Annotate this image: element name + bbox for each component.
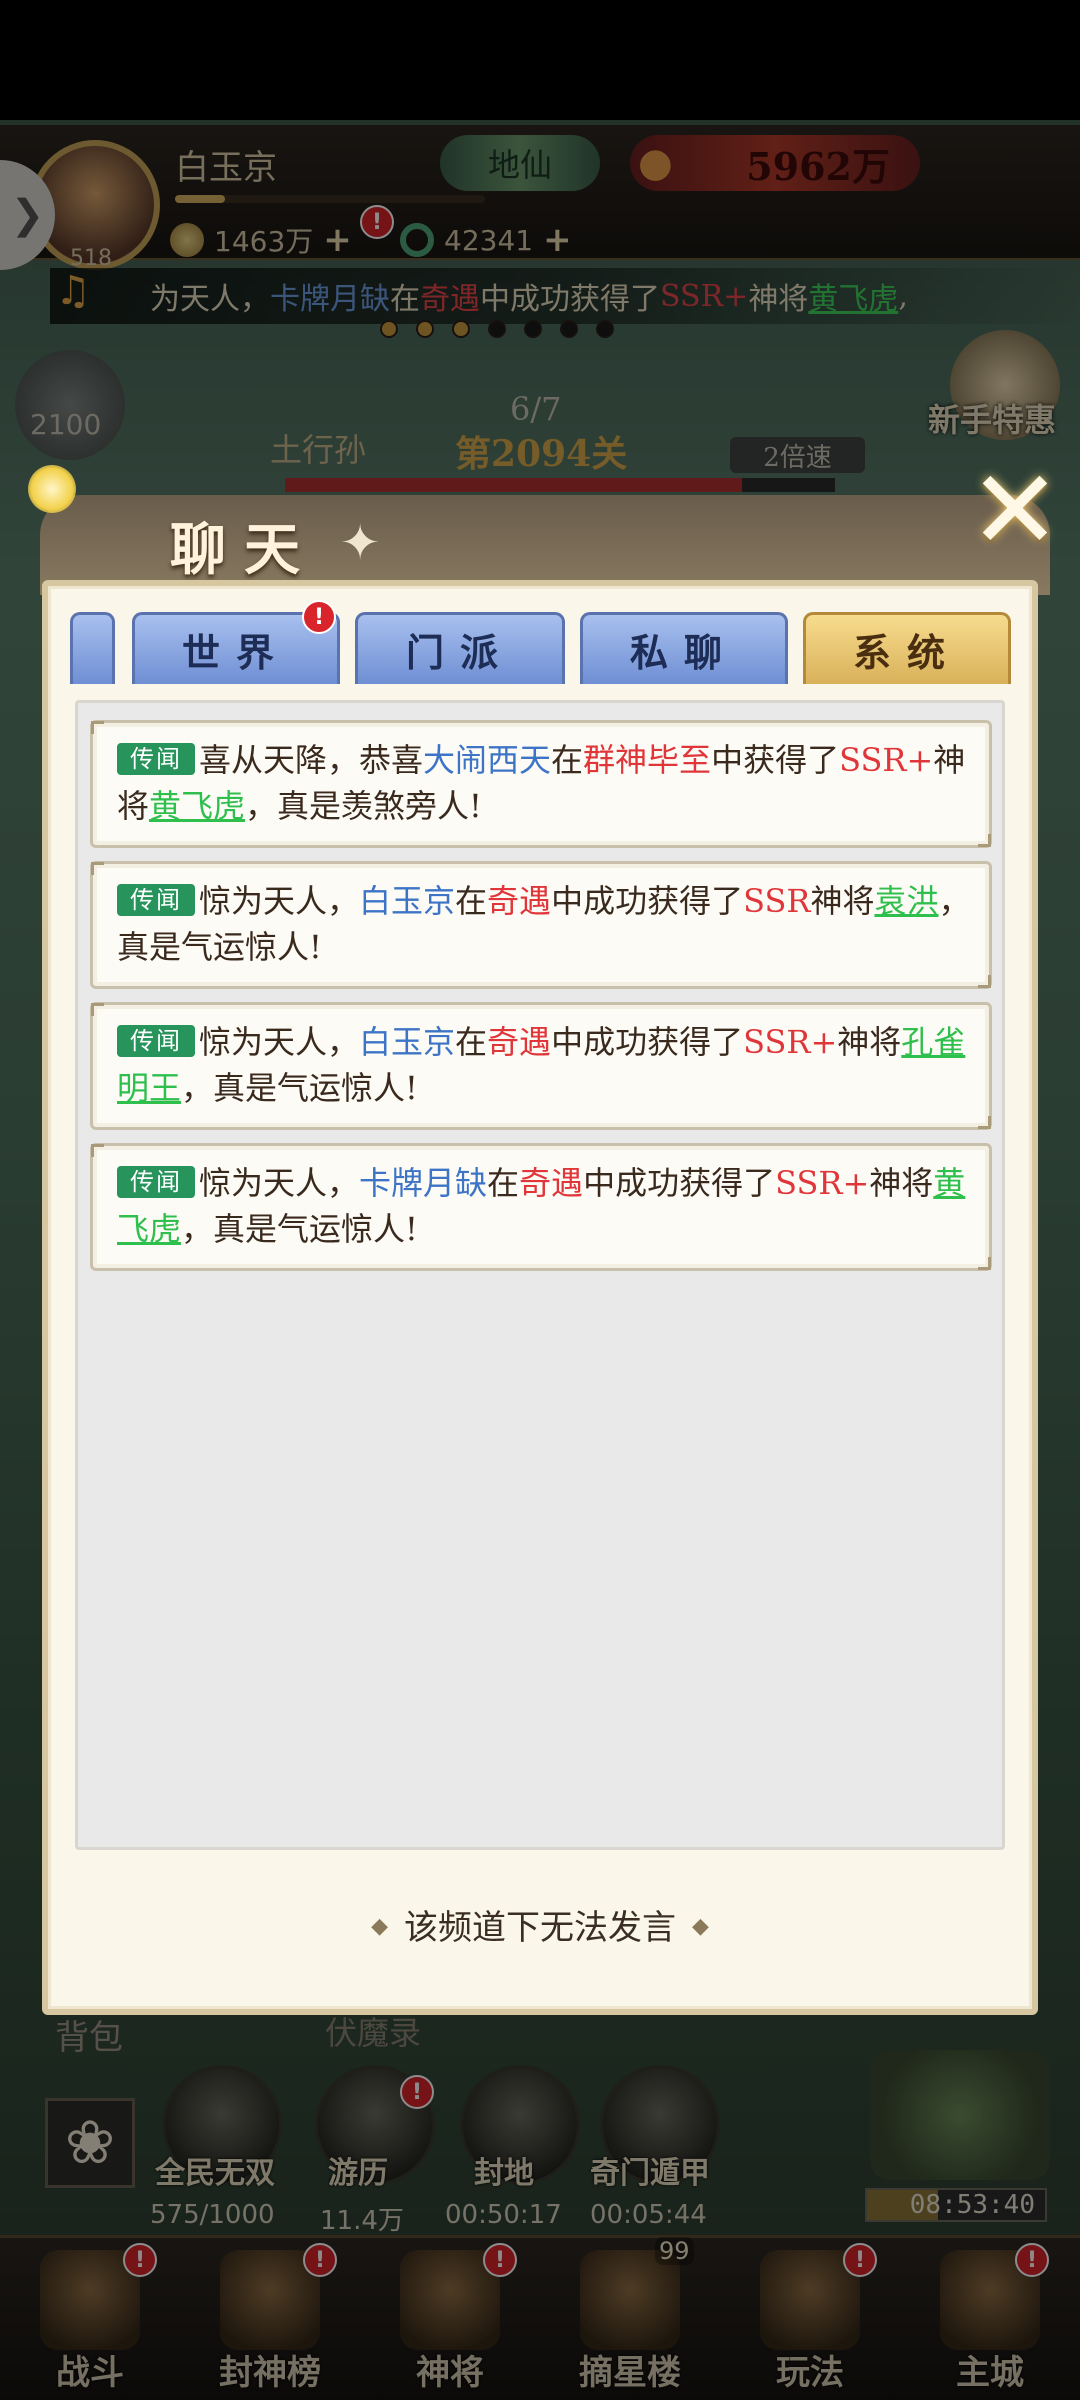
- lamp-icon: [28, 465, 76, 513]
- player-link[interactable]: 白玉京: [359, 1023, 455, 1061]
- general-link[interactable]: 黄飞虎: [149, 787, 245, 825]
- message-segment: 中成功获得了: [583, 1164, 776, 1202]
- player-link[interactable]: 卡牌月缺: [359, 1164, 487, 1202]
- message-segment: 惊为天人，: [199, 1164, 360, 1202]
- player-link[interactable]: 白玉京: [359, 882, 455, 920]
- tab-system[interactable]: 系统: [803, 612, 1011, 684]
- message-text: 传闻 喜从天降，恭喜大闹西天在群神毕至中获得了SSR+神将黄飞虎，真是羡煞旁人!: [117, 737, 977, 829]
- message-segment: 惊为天人，: [199, 882, 360, 920]
- message-segment: 奇遇: [487, 882, 552, 920]
- message-segment: 奇遇: [519, 1164, 584, 1202]
- status-bar: [0, 0, 1080, 120]
- message-segment: ，真是气运惊人!: [181, 1210, 418, 1248]
- message-segment: 在: [455, 882, 488, 920]
- message-text: 传闻 惊为天人，卡牌月缺在奇遇中成功获得了SSR+神将黄飞虎，真是气运惊人!: [117, 1160, 977, 1252]
- tab-private[interactable]: 私聊: [580, 612, 788, 684]
- message-segment: 群神毕至: [583, 741, 712, 779]
- chat-title: 聊天: [170, 517, 318, 583]
- system-message: 传闻 惊为天人，卡牌月缺在奇遇中成功获得了SSR+神将黄飞虎，真是气运惊人!: [90, 1143, 992, 1271]
- message-segment: 惊为天人，: [199, 1023, 360, 1061]
- ornament-icon: ◆: [371, 1914, 388, 1939]
- message-segment: 神将: [869, 1164, 934, 1202]
- message-segment: 中成功获得了: [551, 1023, 744, 1061]
- message-segment: 喜从天降，恭喜: [199, 741, 424, 779]
- ornament-icon: ◆: [692, 1914, 709, 1939]
- message-text: 传闻 惊为天人，白玉京在奇遇中成功获得了SSR+神将孔雀明王，真是气运惊人!: [117, 1019, 977, 1111]
- tab-sect[interactable]: 门派: [355, 612, 565, 684]
- message-segment: SSR+: [743, 1023, 838, 1061]
- system-message: 传闻 惊为天人，白玉京在奇遇中成功获得了SSR+神将孔雀明王，真是气运惊人!: [90, 1002, 992, 1130]
- message-segment: 中获得了: [711, 741, 840, 779]
- rumor-tag: 传闻: [117, 1025, 195, 1057]
- message-segment: 在: [487, 1164, 520, 1202]
- message-segment: 神将: [837, 1023, 902, 1061]
- message-segment: ，真是羡煞旁人!: [245, 787, 482, 825]
- message-segment: SSR: [743, 882, 811, 920]
- message-text: 传闻 惊为天人，白玉京在奇遇中成功获得了SSR神将袁洪，真是气运惊人!: [117, 878, 977, 970]
- message-segment: 在: [455, 1023, 488, 1061]
- message-segment: 奇遇: [487, 1023, 552, 1061]
- message-segment: ，真是气运惊人!: [181, 1069, 418, 1107]
- quill-icon: ✦: [340, 515, 381, 571]
- system-message: 传闻 惊为天人，白玉京在奇遇中成功获得了SSR神将袁洪，真是气运惊人!: [90, 861, 992, 989]
- rumor-tag: 传闻: [117, 743, 195, 775]
- tab-hidden-left[interactable]: [70, 612, 115, 684]
- message-segment: SSR+: [839, 741, 934, 779]
- chat-tabs: 世界 门派 私聊 系统: [70, 612, 1015, 684]
- close-icon[interactable]: ✕: [960, 446, 1070, 574]
- world-tab-alert-badge: !: [302, 600, 336, 634]
- message-segment: 中成功获得了: [551, 882, 744, 920]
- channel-notice: ◆ 该频道下无法发言 ◆: [42, 1900, 1038, 1949]
- general-link[interactable]: 袁洪: [874, 882, 938, 920]
- rumor-tag: 传闻: [117, 884, 195, 916]
- system-message: 传闻 喜从天降，恭喜大闹西天在群神毕至中获得了SSR+神将黄飞虎，真是羡煞旁人!: [90, 720, 992, 848]
- message-segment: SSR+: [775, 1164, 870, 1202]
- message-segment: 神将: [810, 882, 875, 920]
- channel-notice-text: 该频道下无法发言: [404, 1908, 676, 1948]
- rumor-tag: 传闻: [117, 1166, 195, 1198]
- player-link[interactable]: 大闹西天: [423, 741, 551, 779]
- message-segment: 在: [551, 741, 584, 779]
